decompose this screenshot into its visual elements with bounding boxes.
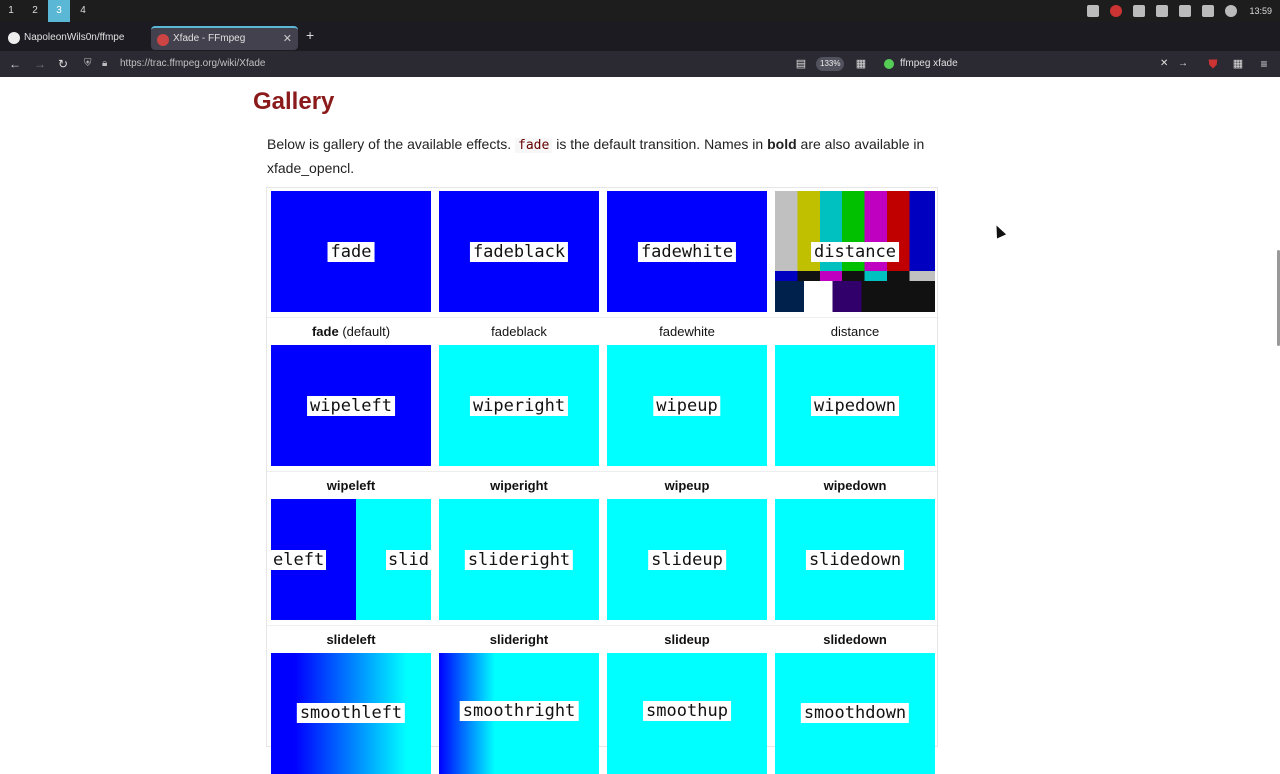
caption-distance: distance	[830, 324, 880, 339]
tab-github[interactable]: NapoleonWils0n/ffmpe	[2, 26, 146, 50]
tile-label: wiperight	[469, 395, 569, 416]
tile-label: smoothleft	[296, 703, 406, 723]
tab-label: Xfade - FFmpeg	[173, 33, 246, 44]
reload-icon[interactable]: ↻	[54, 55, 72, 73]
tile-label: smoothdown	[800, 703, 910, 723]
caption-wipeup: wipeup	[664, 478, 710, 493]
volume-icon[interactable]	[1156, 5, 1168, 17]
tile-smoothleft: smoothleft	[271, 653, 431, 774]
tile-slideleft: eleft slid	[271, 499, 431, 620]
workspace-4[interactable]: 4	[72, 0, 94, 22]
tile-label: slideup	[648, 549, 726, 570]
search-bar[interactable]: ffmpeg xfade ✕ →	[880, 54, 1194, 74]
reader-view-icon[interactable]: ▤	[792, 55, 810, 73]
tile-label: wipeleft	[307, 395, 395, 416]
battery-icon[interactable]	[1202, 5, 1214, 17]
workspace-1[interactable]: 1	[0, 0, 22, 22]
tile-fadewhite: fadewhite	[607, 191, 767, 312]
tile-wipedown: wipedown	[775, 345, 935, 466]
tile-label: fade	[327, 241, 375, 262]
intro-code: fade	[515, 138, 553, 153]
ffmpeg-icon	[157, 34, 169, 46]
caption-slideleft: slideleft	[326, 632, 376, 647]
tile-wiperight: wiperight	[439, 345, 599, 466]
close-tab-icon[interactable]: ✕	[283, 28, 292, 50]
github-icon	[8, 32, 20, 44]
url-text: https://trac.ffmpeg.org/wiki/Xfade	[120, 58, 266, 69]
lock-icon: 🔒︎	[102, 58, 108, 69]
effects-gallery-table: fade fadeblack fadewhite distance fade (…	[266, 187, 939, 774]
search-text: ffmpeg xfade	[900, 58, 958, 69]
tile-label: fadewhite	[637, 241, 737, 262]
tile-label: smoothup	[643, 701, 731, 721]
caption-wiperight: wiperight	[490, 478, 548, 493]
caption-wipeleft: wipeleft	[326, 478, 376, 493]
tab-label: NapoleonWils0n/ffmpe	[24, 32, 125, 43]
tab-xfade[interactable]: Xfade - FFmpeg ✕	[151, 26, 298, 50]
tile-label: fadeblack	[469, 241, 569, 262]
caption-fade: fade (default)	[311, 324, 391, 339]
tile-smoothdown: smoothdown	[775, 653, 935, 774]
menu-icon[interactable]: ≡	[1255, 55, 1273, 73]
browser-tab-bar: NapoleonWils0n/ffmpe Xfade - FFmpeg ✕	[0, 22, 1280, 51]
zoom-level[interactable]: 133%	[816, 57, 845, 71]
tile-label: slidedown	[805, 549, 905, 570]
search-engine-icon	[884, 59, 894, 69]
tile-fadeblack: fadeblack	[439, 191, 599, 312]
forward-icon[interactable]: →	[31, 55, 49, 73]
tile-slidedown: slidedown	[775, 499, 935, 620]
tile-label: smoothright	[459, 701, 579, 721]
tile-label: distance	[811, 241, 899, 262]
tile-label: wipedown	[811, 395, 899, 416]
chat-icon[interactable]	[1087, 5, 1099, 17]
tile-label: slideright	[464, 549, 574, 570]
url-bar[interactable]: ⛨ 🔒︎ https://trac.ffmpeg.org/wiki/Xfade	[80, 54, 872, 74]
clock: 13:59	[1249, 6, 1272, 16]
intro-bold: bold	[767, 136, 797, 152]
ublock-icon[interactable]: ⛊	[1204, 55, 1222, 73]
navigation-bar: ← → ↻ ⛨ 🔒︎ https://trac.ffmpeg.org/wiki/…	[0, 51, 1280, 77]
containers-icon[interactable]: ▦	[1229, 55, 1247, 73]
caption-fadeblack: fadeblack	[491, 324, 547, 339]
workspace-3[interactable]: 3	[48, 0, 70, 22]
shield-icon: ⛨	[84, 58, 92, 69]
tile-slideup: slideup	[607, 499, 767, 620]
network-icon[interactable]	[1133, 5, 1145, 17]
clear-search-icon[interactable]: ✕	[1160, 54, 1168, 74]
extensions-grid-icon[interactable]: ▦	[852, 55, 870, 73]
intro-text-2: is the default transition. Names in	[556, 136, 764, 152]
intro-text-1: Below is gallery of the available effect…	[267, 136, 512, 152]
tile-label-left: eleft	[271, 549, 327, 570]
tile-label-right: slid	[386, 549, 431, 570]
tile-smoothup: smoothup	[607, 653, 767, 774]
display-icon[interactable]	[1179, 5, 1191, 17]
tile-label: wipeup	[653, 395, 721, 416]
caption-wipedown: wipedown	[823, 478, 887, 493]
tile-wipeup: wipeup	[607, 345, 767, 466]
tile-fade: fade	[271, 191, 431, 312]
vpn-icon[interactable]	[1110, 5, 1122, 17]
new-tab-icon[interactable]: +	[306, 27, 314, 43]
intro-paragraph: Below is gallery of the available effect…	[267, 133, 947, 179]
tile-wipeleft: wipeleft	[271, 345, 431, 466]
workspace-2[interactable]: 2	[24, 0, 46, 22]
page-heading: Gallery	[253, 88, 335, 115]
back-icon[interactable]: ←	[6, 55, 24, 73]
caption-slidedown: slidedown	[823, 632, 887, 647]
tile-slideright: slideright	[439, 499, 599, 620]
system-taskbar: 1 2 3 4 13:59	[0, 0, 1280, 22]
tile-distance: distance	[775, 191, 935, 312]
caption-slideright: slideright	[489, 632, 549, 647]
caption-slideup: slideup	[664, 632, 710, 647]
tile-smoothright: smoothright	[439, 653, 599, 774]
search-go-icon[interactable]: →	[1178, 54, 1188, 74]
caption-fadewhite: fadewhite	[659, 324, 715, 339]
power-icon[interactable]	[1225, 5, 1237, 17]
